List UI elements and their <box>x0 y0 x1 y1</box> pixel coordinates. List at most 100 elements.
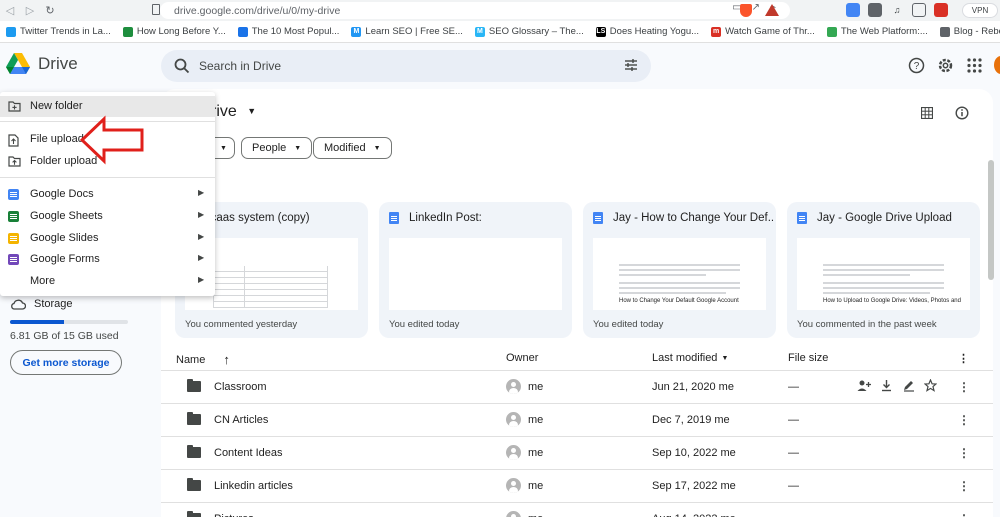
bookmark-label: Twitter Trends in La... <box>20 26 111 37</box>
settings-gear-icon[interactable] <box>937 57 954 74</box>
bookmark-label: Watch Game of Thr... <box>725 26 815 37</box>
filter-label-modified: Modified <box>324 142 366 154</box>
back-icon[interactable]: ◁ <box>0 0 20 21</box>
puzzle-icon[interactable] <box>868 3 882 17</box>
bookmark-item[interactable]: How Long Before Y... <box>122 26 226 37</box>
account-avatar[interactable] <box>994 56 1000 74</box>
more-actions-icon[interactable]: ⋮ <box>958 479 970 493</box>
bookmark-favicon-icon <box>939 26 950 37</box>
sort-arrow-up-icon[interactable]: ↑ <box>223 352 230 367</box>
file-name[interactable]: Pictures <box>214 513 254 517</box>
page-title[interactable]: rive ▼ <box>211 103 256 121</box>
owner-avatar-icon <box>506 379 521 394</box>
extension-icon[interactable] <box>846 3 860 17</box>
reload-icon[interactable]: ↻ <box>40 0 60 21</box>
table-row[interactable]: CN Articles me Dec 7, 2019 me — ⋮ <box>161 404 993 437</box>
bookmark-item[interactable]: The Web Platform:... <box>826 26 928 37</box>
bookmark-item[interactable]: Twitter Trends in La... <box>6 26 111 37</box>
brave-rewards-icon[interactable] <box>765 4 779 16</box>
get-more-storage-button[interactable]: Get more storage <box>10 350 122 375</box>
sort-by-name[interactable]: Name ↑ <box>176 352 230 367</box>
card-preview <box>389 238 562 310</box>
suggested-file-card[interactable]: Jay - How to Change Your Def... How to C… <box>583 202 776 338</box>
download-icon[interactable] <box>880 379 893 392</box>
file-size: — <box>788 414 799 426</box>
help-icon[interactable]: ? <box>908 57 925 74</box>
chevron-right-icon: ▶ <box>198 232 205 241</box>
storage-link[interactable]: Storage <box>10 298 73 310</box>
file-owner: me <box>528 513 543 517</box>
filter-chip-people[interactable]: People ▼ <box>241 137 313 159</box>
bookmark-page-icon[interactable] <box>152 4 160 15</box>
share-person-icon[interactable] <box>857 379 871 392</box>
bookmark-item[interactable]: LS Does Heating Yogu... <box>595 26 700 37</box>
bookmark-item[interactable]: Blog - Rebekah Rad... <box>939 26 1000 37</box>
file-owner: me <box>528 381 544 393</box>
music-icon[interactable]: ♫ <box>890 3 904 17</box>
wallet-icon[interactable] <box>934 3 948 17</box>
bookmark-item[interactable]: m Watch Game of Thr... <box>711 26 815 37</box>
card-activity: You commented yesterday <box>185 319 298 330</box>
column-file-size[interactable]: File size <box>788 352 828 364</box>
header-actions: ? <box>908 57 983 74</box>
search-icon[interactable] <box>173 57 191 75</box>
url-text: drive.google.com/drive/u/0/my-drive <box>174 4 341 17</box>
file-modified: Aug 14, 2022 me <box>652 513 736 517</box>
file-table-header: Name ↑ Owner Last modified ▼ File size ⋮ <box>161 347 993 371</box>
column-last-modified: Last modified <box>652 352 718 364</box>
file-name[interactable]: CN Articles <box>214 414 268 426</box>
filter-chip-modified[interactable]: Modified ▼ <box>313 137 392 159</box>
share-icon[interactable]: ↗ <box>752 2 760 13</box>
sort-by-last-modified[interactable]: Last modified ▼ <box>652 352 728 364</box>
file-name[interactable]: Content Ideas <box>214 447 283 459</box>
menu-item-new-folder[interactable]: New folder <box>0 96 215 117</box>
sidebar-icon[interactable] <box>912 3 926 17</box>
menu-label: More <box>30 275 56 287</box>
menu-label: New folder <box>30 100 83 112</box>
address-bar[interactable]: drive.google.com/drive/u/0/my-drive <box>160 2 790 19</box>
brave-shield-icon[interactable] <box>740 4 752 17</box>
bookmark-item[interactable]: The 10 Most Popul... <box>237 26 339 37</box>
bookmark-label: Does Heating Yogu... <box>609 26 700 37</box>
more-actions-icon[interactable]: ⋮ <box>958 352 969 365</box>
more-actions-icon[interactable]: ⋮ <box>958 380 970 394</box>
menu-item-google-sheets[interactable]: Google Sheets ▶ <box>0 206 215 227</box>
menu-item-google-forms[interactable]: Google Forms ▶ <box>0 249 215 270</box>
grid-view-icon[interactable] <box>921 107 933 119</box>
new-folder-icon <box>8 101 21 112</box>
bookmark-item[interactable]: M SEO Glossary – The... <box>474 26 584 37</box>
menu-item-google-slides[interactable]: Google Slides ▶ <box>0 228 215 249</box>
menu-label: Google Forms <box>30 253 100 265</box>
menu-item-google-docs[interactable]: Google Docs ▶ <box>0 184 215 205</box>
search-bar[interactable]: Search in Drive <box>161 50 651 82</box>
file-size: — <box>788 480 799 492</box>
table-row[interactable]: Classroom me Jun 21, 2020 me — ⋮ <box>161 371 993 404</box>
chevron-down-icon: ▼ <box>247 106 257 116</box>
bookmark-favicon-icon: M <box>474 26 485 37</box>
vpn-label: VPN <box>971 6 989 15</box>
star-icon[interactable] <box>924 379 937 392</box>
table-row[interactable]: Pictures me Aug 14, 2022 me — ⋮ <box>161 503 993 517</box>
table-row[interactable]: Content Ideas me Sep 10, 2022 me — ⋮ <box>161 437 993 470</box>
menu-item-more[interactable]: More ▶ <box>0 271 215 292</box>
suggested-file-card[interactable]: LinkedIn Post: You edited today <box>379 202 572 338</box>
drive-logo[interactable]: Drive <box>6 53 78 74</box>
table-row[interactable]: Linkedin articles me Sep 17, 2022 me — ⋮ <box>161 470 993 503</box>
more-actions-icon[interactable]: ⋮ <box>958 413 970 427</box>
more-actions-icon[interactable]: ⋮ <box>958 512 970 517</box>
file-name[interactable]: Classroom <box>214 381 267 393</box>
apps-grid-icon[interactable] <box>966 57 983 74</box>
scrollbar[interactable] <box>988 160 994 280</box>
search-options-icon[interactable] <box>623 57 639 73</box>
file-name[interactable]: Linkedin articles <box>214 480 293 492</box>
column-owner[interactable]: Owner <box>506 352 538 364</box>
suggested-file-card[interactable]: Jay - Google Drive Upload How to Upload … <box>787 202 980 338</box>
info-icon[interactable] <box>955 106 969 120</box>
search-input[interactable]: Search in Drive <box>199 59 281 73</box>
rename-pencil-icon[interactable] <box>902 379 915 392</box>
vpn-badge[interactable]: VPN <box>962 3 998 18</box>
forward-icon[interactable]: ▷ <box>20 0 40 21</box>
more-actions-icon[interactable]: ⋮ <box>958 446 970 460</box>
chevron-right-icon: ▶ <box>198 188 205 197</box>
bookmark-item[interactable]: M Learn SEO | Free SE... <box>351 26 463 37</box>
